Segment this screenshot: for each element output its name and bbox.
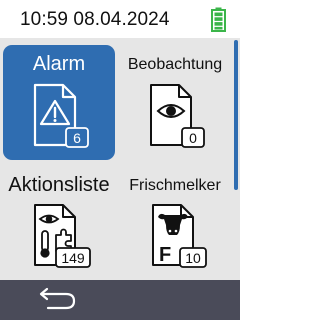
- beobachtung-count-badge: 0: [189, 130, 197, 146]
- fresh-cow-document-icon: F 10: [152, 204, 207, 268]
- menu-grid: Alarm 6 Beobachtung 0 Aktionsliste 149 F…: [0, 38, 240, 280]
- back-arrow-icon[interactable]: [30, 286, 80, 314]
- alarm-count-badge: 6: [73, 130, 81, 146]
- tile-label-beobachtung: Beobachtung: [127, 56, 223, 73]
- tile-beobachtung[interactable]: Beobachtung 0: [119, 45, 231, 160]
- alarm-document-icon: 6: [33, 83, 89, 148]
- tile-frischmelker[interactable]: Frischmelker F 10: [119, 166, 231, 281]
- datetime-text: 10:59 08.04.2024: [20, 9, 170, 30]
- battery-full-icon: [211, 7, 226, 32]
- status-bar: 10:59 08.04.2024: [0, 0, 240, 38]
- aktionsliste-count-badge: 149: [61, 250, 85, 266]
- tile-label-frischmelker: Frischmelker: [129, 177, 221, 194]
- frischmelker-count-badge: 10: [185, 250, 201, 266]
- eye-document-icon: 0: [150, 84, 205, 148]
- svg-text:F: F: [159, 244, 171, 266]
- tile-label-aktionsliste: Aktionsliste: [8, 174, 110, 196]
- tile-aktionsliste[interactable]: Aktionsliste 149: [3, 166, 115, 281]
- tile-label-alarm: Alarm: [32, 53, 86, 75]
- tile-alarm[interactable]: Alarm 6: [3, 45, 115, 160]
- bottom-bar: [0, 280, 240, 320]
- scrollbar-thumb[interactable]: [234, 40, 238, 190]
- action-list-document-icon: 149: [34, 204, 91, 268]
